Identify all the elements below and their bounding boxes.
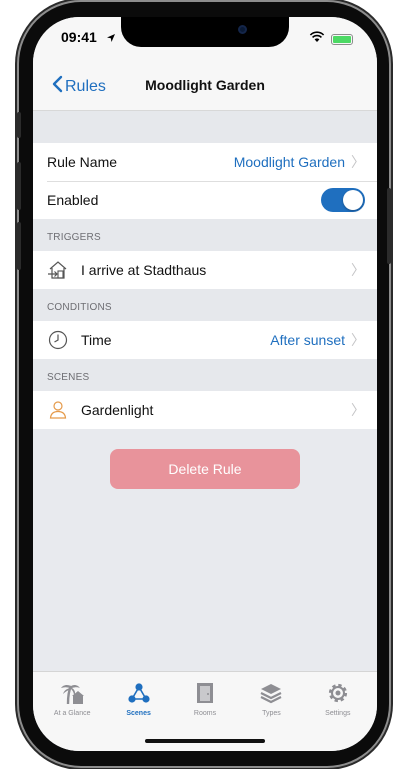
scene-row[interactable]: Gardenlight 〉 bbox=[33, 391, 377, 429]
scenes-icon bbox=[127, 680, 151, 706]
notch bbox=[121, 17, 289, 47]
triggers-header: TRIGGERS bbox=[33, 219, 377, 251]
rule-name-label: Rule Name bbox=[47, 154, 118, 170]
glance-icon bbox=[59, 680, 85, 706]
volume-down-button bbox=[17, 222, 21, 270]
enabled-toggle[interactable] bbox=[321, 188, 365, 212]
scenes-header: SCENES bbox=[33, 359, 377, 391]
volume-up-button bbox=[17, 162, 21, 210]
enabled-label: Enabled bbox=[47, 192, 99, 208]
page-title: Moodlight Garden bbox=[145, 77, 265, 93]
status-time: 09:41 bbox=[61, 29, 97, 45]
navigation-bar: Rules Moodlight Garden bbox=[33, 61, 377, 111]
trigger-row[interactable]: I arrive at Stadthaus 〉 bbox=[33, 251, 377, 289]
tab-settings[interactable]: Settings bbox=[305, 680, 371, 751]
tab-label: Scenes bbox=[126, 710, 151, 717]
arrive-home-icon bbox=[47, 259, 69, 281]
condition-value: After sunset bbox=[270, 332, 345, 348]
power-button bbox=[387, 188, 391, 264]
chevron-right-icon: 〉 bbox=[351, 154, 365, 170]
settings-gear-icon bbox=[326, 680, 350, 706]
delete-wrap: Delete Rule bbox=[33, 429, 377, 489]
battery-icon bbox=[331, 33, 353, 45]
chevron-right-icon: 〉 bbox=[351, 262, 365, 278]
types-icon bbox=[259, 680, 283, 706]
condition-row[interactable]: Time After sunset 〉 bbox=[33, 321, 377, 359]
enabled-row: Enabled bbox=[33, 181, 377, 219]
tab-label: Rooms bbox=[193, 710, 217, 717]
rule-name-row[interactable]: Rule Name Moodlight Garden 〉 bbox=[33, 143, 377, 181]
rooms-icon bbox=[194, 680, 216, 706]
conditions-header: CONDITIONS bbox=[33, 289, 377, 321]
camera bbox=[238, 25, 247, 34]
location-arrow-icon bbox=[106, 30, 116, 48]
chevron-right-icon: 〉 bbox=[351, 402, 365, 418]
home-indicator[interactable] bbox=[145, 739, 265, 743]
screen: 09:41 Rules Moodlight Garden Rule Name M… bbox=[33, 17, 377, 751]
tab-label: Types bbox=[262, 710, 281, 717]
clock-icon bbox=[47, 329, 69, 351]
tab-at-a-glance[interactable]: At a Glance bbox=[39, 680, 105, 751]
wifi-icon bbox=[309, 30, 325, 48]
tab-label: At a Glance bbox=[53, 710, 91, 717]
scene-label: Gardenlight bbox=[81, 402, 154, 418]
person-icon bbox=[47, 399, 69, 421]
top-spacer bbox=[33, 111, 377, 143]
chevron-right-icon: 〉 bbox=[351, 332, 365, 348]
mute-switch bbox=[17, 112, 21, 138]
rule-name-value: Moodlight Garden bbox=[233, 154, 345, 170]
tab-label: Settings bbox=[325, 710, 351, 717]
toggle-knob bbox=[343, 190, 363, 210]
trigger-label: I arrive at Stadthaus bbox=[81, 262, 207, 278]
tab-bar: At a Glance Scenes Rooms Types Settings bbox=[33, 671, 377, 751]
status-icons bbox=[309, 30, 353, 48]
delete-rule-button[interactable]: Delete Rule bbox=[110, 449, 300, 489]
condition-label: Time bbox=[81, 332, 112, 348]
content: Rule Name Moodlight Garden 〉 Enabled TRI… bbox=[33, 111, 377, 489]
